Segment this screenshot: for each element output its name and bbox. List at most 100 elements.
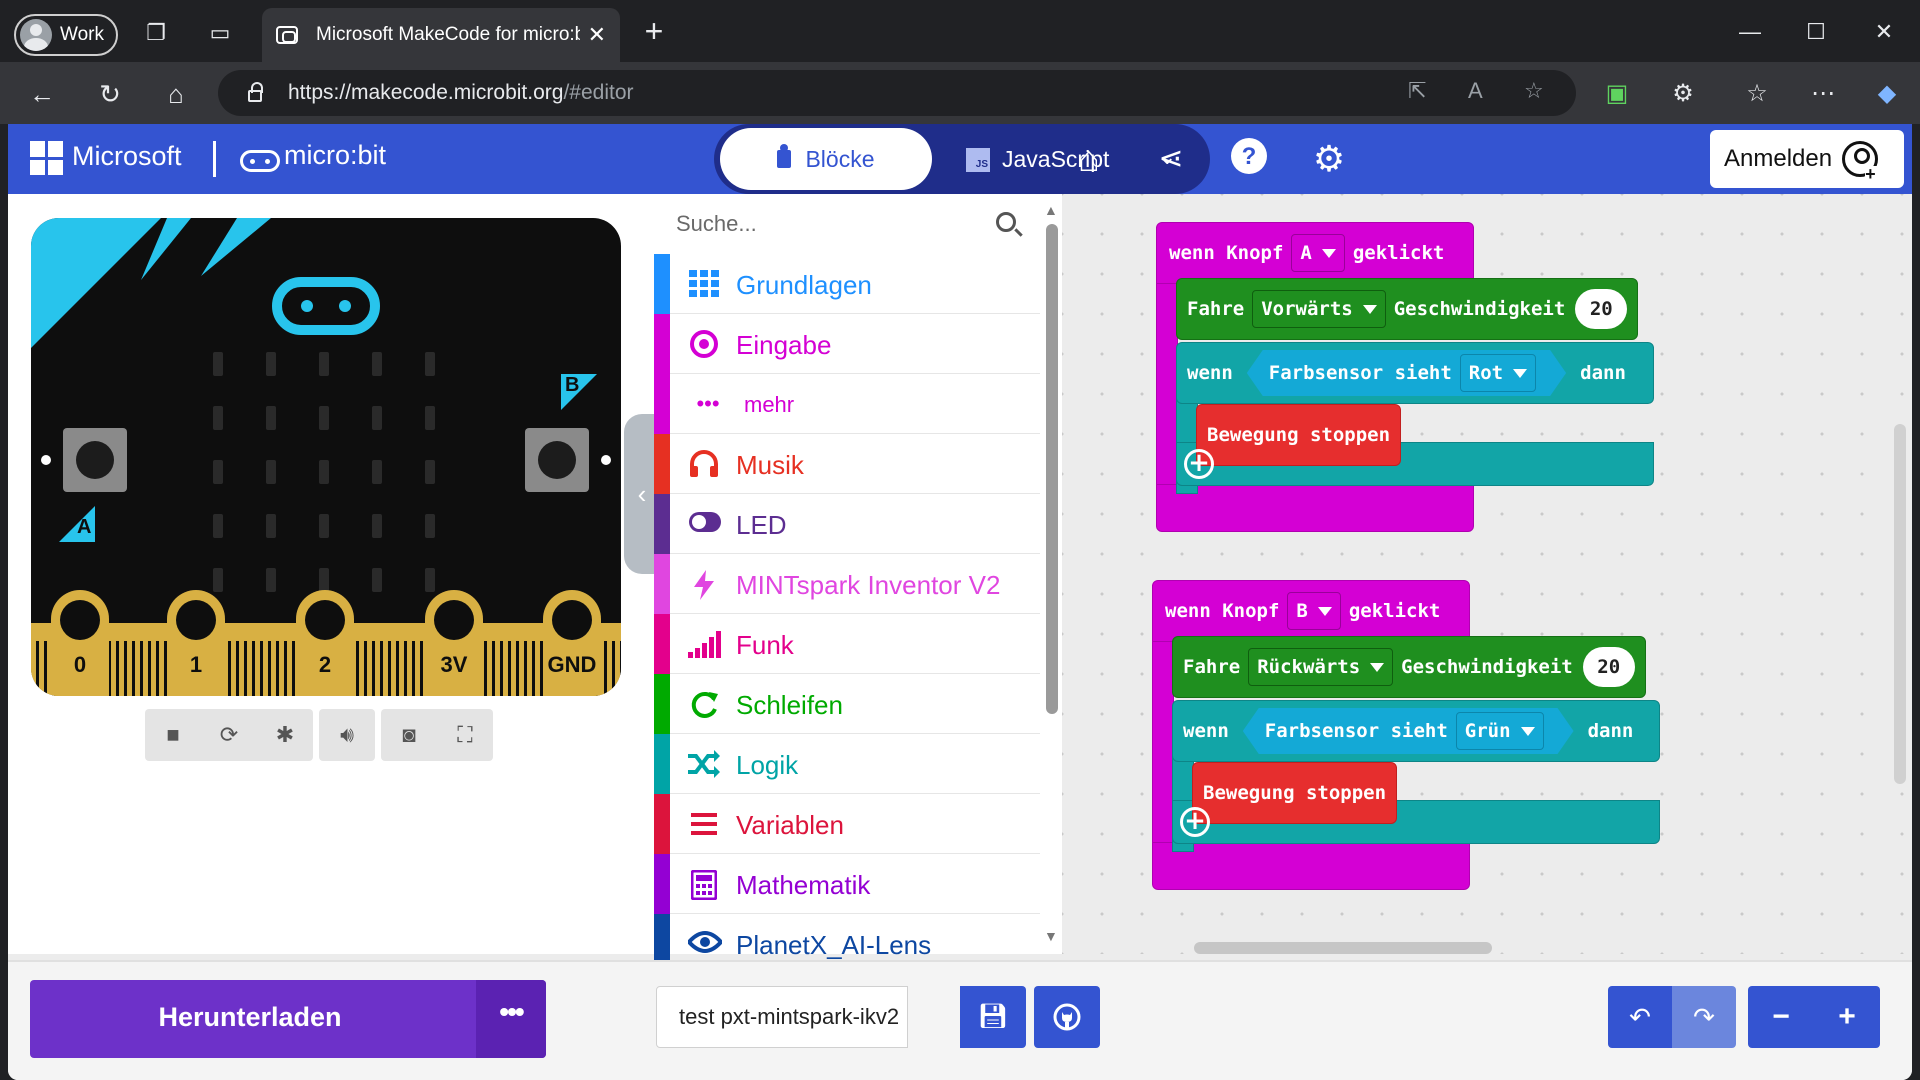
vertical-tabs-icon[interactable]: ▭ [206, 20, 234, 46]
favorite-star-icon[interactable]: ☆ [1524, 78, 1544, 104]
scroll-down-icon[interactable]: ▼ [1044, 928, 1058, 944]
extensions-puzzle-icon[interactable]: ⚙ [1666, 77, 1700, 111]
profile-button[interactable]: Work [14, 14, 118, 56]
maximize-icon[interactable]: ☐ [1796, 14, 1836, 50]
active-tab[interactable]: Microsoft MakeCode for micro:bit ✕ [262, 8, 620, 62]
save-disk-icon[interactable]: 💾︎ [960, 986, 1026, 1048]
workspace-horizontal-scrollbar[interactable] [1194, 942, 1492, 954]
restart-icon[interactable]: ⟳ [201, 709, 257, 761]
redo-icon[interactable]: ↷ [1672, 986, 1736, 1048]
color-dropdown-a[interactable]: Rot [1460, 354, 1536, 392]
avatar-icon [20, 19, 52, 51]
add-else-icon-b[interactable]: + [1180, 807, 1210, 837]
signin-button[interactable]: Anmelden [1710, 130, 1904, 188]
close-window-icon[interactable]: ✕ [1864, 14, 1904, 50]
menu-dots-icon[interactable]: ⋯ [1806, 77, 1840, 111]
help-icon[interactable]: ? [1226, 136, 1272, 182]
blocks-workspace[interactable]: wenn Knopf A geklickt Fahre Vorwärts Ges… [1062, 194, 1912, 954]
pin-3v[interactable]: 3V [425, 590, 483, 696]
search-icon[interactable] [996, 212, 1016, 232]
speed-input-a[interactable]: 20 [1575, 289, 1628, 329]
category-grundlagen[interactable]: Grundlagen [654, 254, 1040, 314]
url-path: /#editor [563, 81, 634, 104]
category-funk[interactable]: Funk [654, 614, 1040, 674]
zoom-in-icon[interactable]: + [1814, 986, 1880, 1048]
debug-bug-icon[interactable]: ✱ [257, 709, 313, 761]
simulator-toolbar: ■ ⟳ ✱ 🔊︎ ◙ ⛶ [145, 709, 493, 761]
drive-backward-block[interactable]: Fahre Rückwärts Geschwindigkeit 20 [1172, 636, 1646, 698]
new-tab-button[interactable]: + [636, 14, 672, 50]
color-sensor-condition-a[interactable]: Farbsensor sieht Rot [1247, 350, 1566, 396]
color-sensor-condition-b[interactable]: Farbsensor sieht Grün [1243, 708, 1574, 754]
download-button[interactable]: Herunterladen ••• [30, 980, 546, 1058]
read-aloud-icon[interactable]: A [1468, 78, 1483, 104]
favorites-icon[interactable]: ☆ [1740, 77, 1774, 111]
project-name-value: test pxt-mintspark-ikv2 [679, 1004, 900, 1029]
blocks-mode-button[interactable]: Blöcke [720, 128, 932, 190]
stop-icon[interactable]: ■ [145, 709, 201, 761]
back-icon[interactable]: ← [24, 76, 60, 112]
close-tab-icon[interactable]: ✕ [588, 22, 606, 48]
pin-1[interactable]: 1 [167, 590, 225, 696]
speed-input-b[interactable]: 20 [1582, 647, 1635, 687]
toolbox-scroll-thumb[interactable] [1046, 224, 1058, 714]
makecode-favicon-icon [276, 26, 298, 44]
category-schleifen[interactable]: Schleifen [654, 674, 1040, 734]
workspace-vertical-scrollbar[interactable] [1894, 424, 1906, 784]
add-else-icon-a[interactable]: + [1184, 449, 1214, 479]
category-mintspark[interactable]: MINTspark Inventor V2 [654, 554, 1040, 614]
category-logik[interactable]: Logik [654, 734, 1040, 794]
category-mathematik[interactable]: Mathematik [654, 854, 1040, 914]
project-name-input[interactable]: test pxt-mintspark-ikv2 [656, 986, 908, 1048]
category-led[interactable]: LED [654, 494, 1040, 554]
stop-motion-block-a[interactable]: Bewegung stoppen [1196, 404, 1402, 466]
direction-dropdown-b[interactable]: Rückwärts [1248, 648, 1394, 686]
editor-footer: Herunterladen ••• test pxt-mintspark-ikv… [8, 960, 1912, 1080]
button-b[interactable] [525, 428, 589, 492]
screenshot-camera-icon[interactable]: ◙ [381, 709, 437, 761]
zoom-out-icon[interactable]: − [1748, 986, 1814, 1048]
reload-icon[interactable]: ↻ [92, 76, 128, 112]
home-button-icon[interactable]: ⌂ [1066, 136, 1112, 182]
settings-gear-icon[interactable]: ⚙ [1306, 136, 1352, 182]
on-button-b-pressed-block[interactable]: wenn Knopf B geklickt [1152, 580, 1470, 642]
color-dropdown-b[interactable]: Grün [1456, 712, 1544, 750]
copilot-icon[interactable]: ◆ [1870, 77, 1904, 111]
toolbox-scrollbar[interactable]: ▲ ▼ [1040, 194, 1062, 954]
home-icon[interactable]: ⌂ [158, 76, 194, 112]
toolbox-search-input[interactable]: Suche... [654, 194, 1040, 254]
minimize-icon[interactable]: — [1730, 14, 1770, 50]
hat-a-body [1156, 280, 1178, 500]
if-color-red-block[interactable]: wenn Farbsensor sieht Rot dann [1176, 342, 1654, 404]
category-variablen[interactable]: Variablen [654, 794, 1040, 854]
workspaces-icon[interactable]: ❐ [142, 20, 170, 46]
button-a-dropdown[interactable]: A [1291, 234, 1345, 272]
category-eingabe[interactable]: Eingabe [654, 314, 1040, 374]
stop-motion-block-b[interactable]: Bewegung stoppen [1192, 762, 1398, 824]
url-field[interactable]: https://makecode.microbit.org /#editor [218, 70, 1576, 116]
microbit-brand[interactable]: micro:bit [284, 140, 386, 171]
category-eingabe-mehr[interactable]: ••• mehr [654, 374, 1040, 434]
open-in-app-icon[interactable]: ⇱ [1408, 78, 1426, 104]
pin-0[interactable]: 0 [51, 590, 109, 696]
extension-icon[interactable]: ▣ [1600, 77, 1634, 111]
category-musik[interactable]: Musik [654, 434, 1040, 494]
scroll-up-icon[interactable]: ▲ [1044, 202, 1058, 218]
share-icon[interactable]: ⋖ [1148, 136, 1194, 182]
github-icon[interactable] [1034, 986, 1100, 1048]
button-a-dot [41, 455, 51, 465]
sound-icon[interactable]: 🔊︎ [319, 709, 375, 761]
pin-2[interactable]: 2 [296, 590, 354, 696]
pin-gnd[interactable]: GND [543, 590, 601, 696]
drive-forward-block[interactable]: Fahre Vorwärts Geschwindigkeit 20 [1176, 278, 1639, 340]
fullscreen-icon[interactable]: ⛶ [437, 709, 493, 761]
if-color-green-block[interactable]: wenn Farbsensor sieht Grün dann [1172, 700, 1660, 762]
profile-label: Work [60, 24, 104, 45]
undo-icon[interactable]: ↶ [1608, 986, 1672, 1048]
button-a[interactable] [63, 428, 127, 492]
direction-dropdown-a[interactable]: Vorwärts [1252, 290, 1386, 328]
on-button-a-pressed-block[interactable]: wenn Knopf A geklickt [1156, 222, 1474, 284]
makecode-editor: Microsoft micro:bit Blöcke JS JavaScript… [8, 124, 1912, 1080]
button-b-dropdown[interactable]: B [1287, 592, 1341, 630]
download-more-icon[interactable]: ••• [476, 980, 546, 1058]
